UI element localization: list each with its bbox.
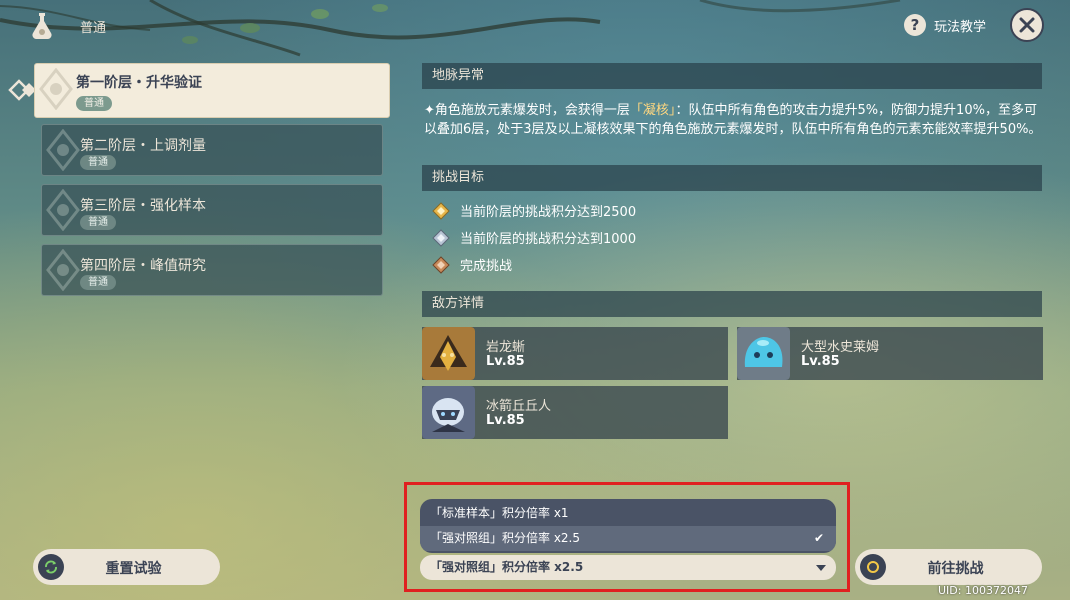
enemy-level: Lv.85 [801,354,840,369]
score-multiplier-menu: 「标准样本」积分倍率 x1 「强对照组」积分倍率 x2.5 ✔ [420,499,836,553]
flask-icon [32,13,52,40]
difficulty-tag: 普通 [76,96,112,111]
geovishap-portrait [422,327,475,380]
go-label: 前往挑战 [927,561,984,577]
bullet-icon: ✦ [424,103,435,118]
goal-text: 完成挑战 [460,259,513,274]
selected-value: 「强对照组」积分倍率 x2.5 [430,560,584,574]
hydro-slime-portrait [737,327,790,380]
question-icon: ? [904,14,926,36]
enemy-card[interactable]: 冰箭丘丘人 Lv.85 [422,386,728,439]
caret-down-icon [816,565,826,571]
silver-medal-icon [432,228,450,247]
enemy-card[interactable]: 大型水史莱姆 Lv.85 [737,327,1043,380]
stage-item-4[interactable]: 第四阶层・峰值研究 普通 [41,244,383,296]
difficulty-tag: 普通 [80,275,116,290]
desc-highlight: 「凝核」 [629,103,676,118]
gold-medal-icon [432,201,450,220]
challenge-heading: 挑战目标 [422,165,1042,191]
enemy-name: 冰箭丘丘人 [486,399,552,414]
bronze-medal-icon [432,255,450,274]
stage-title: 第三阶层・强化样本 [80,198,206,214]
stage-item-1[interactable]: 第一阶层・升华验证 普通 [34,63,390,118]
enemy-name: 岩龙蜥 [486,340,526,355]
checkmark-icon: ✔ [813,531,824,545]
stage-item-3[interactable]: 第三阶层・强化样本 普通 [41,184,383,236]
stage-emblem-icon [46,129,80,171]
ley-line-description: ✦角色施放元素爆发时，会获得一层「凝核」：队伍中所有角色的攻击力提升5%，防御力… [424,101,1046,139]
goal-item: 完成挑战 [432,255,512,274]
score-option-strong-control[interactable]: 「强对照组」积分倍率 x2.5 ✔ [420,526,836,551]
help-tutorial-button[interactable]: ? 玩法教学 [904,14,986,36]
uid-label: UID: 100372047 [938,584,1028,597]
enemy-heading: 敌方详情 [422,291,1042,317]
close-button[interactable] [1010,8,1044,42]
stage-title: 第一阶层・升华验证 [76,75,202,91]
enemy-level: Lv.85 [486,413,525,428]
desc-text-before: 角色施放元素爆发时，会获得一层 [434,103,630,118]
difficulty-tag: 普通 [80,155,116,170]
stage-title: 第二阶层・上调剂量 [80,138,206,154]
mode-label: 普通 [80,21,107,36]
difficulty-tag: 普通 [80,215,116,230]
score-multiplier-select[interactable]: 「强对照组」积分倍率 x2.5 [420,555,836,580]
goal-text: 当前阶层的挑战积分达到1000 [460,232,637,247]
enemy-card[interactable]: 岩龙蜥 Lv.85 [422,327,728,380]
go-challenge-button[interactable]: 前往挑战 [855,549,1042,585]
help-label: 玩法教学 [934,19,987,35]
ley-line-heading: 地脉异常 [422,63,1042,89]
enemy-name: 大型水史莱姆 [801,340,880,355]
reset-label: 重置试验 [105,561,162,577]
stage-title: 第四阶层・峰值研究 [80,258,206,274]
option-label: 「标准样本」积分倍率 x1 [430,506,569,520]
stage-item-2[interactable]: 第二阶层・上调剂量 普通 [41,124,383,176]
goal-item: 当前阶层的挑战积分达到2500 [432,201,636,220]
stage-emblem-icon [46,249,80,291]
cryo-hilichurl-portrait [422,386,475,439]
score-option-standard[interactable]: 「标准样本」积分倍率 x1 [420,501,836,526]
stage-emblem-icon [46,189,80,231]
reset-trial-button[interactable]: 重置试验 [33,549,220,585]
close-icon [1019,17,1035,33]
enemy-level: Lv.85 [486,354,525,369]
goal-text: 当前阶层的挑战积分达到2500 [460,205,637,220]
stage-emblem-icon [39,68,73,110]
goal-item: 当前阶层的挑战积分达到1000 [432,228,636,247]
option-label: 「强对照组」积分倍率 x2.5 [430,531,581,545]
